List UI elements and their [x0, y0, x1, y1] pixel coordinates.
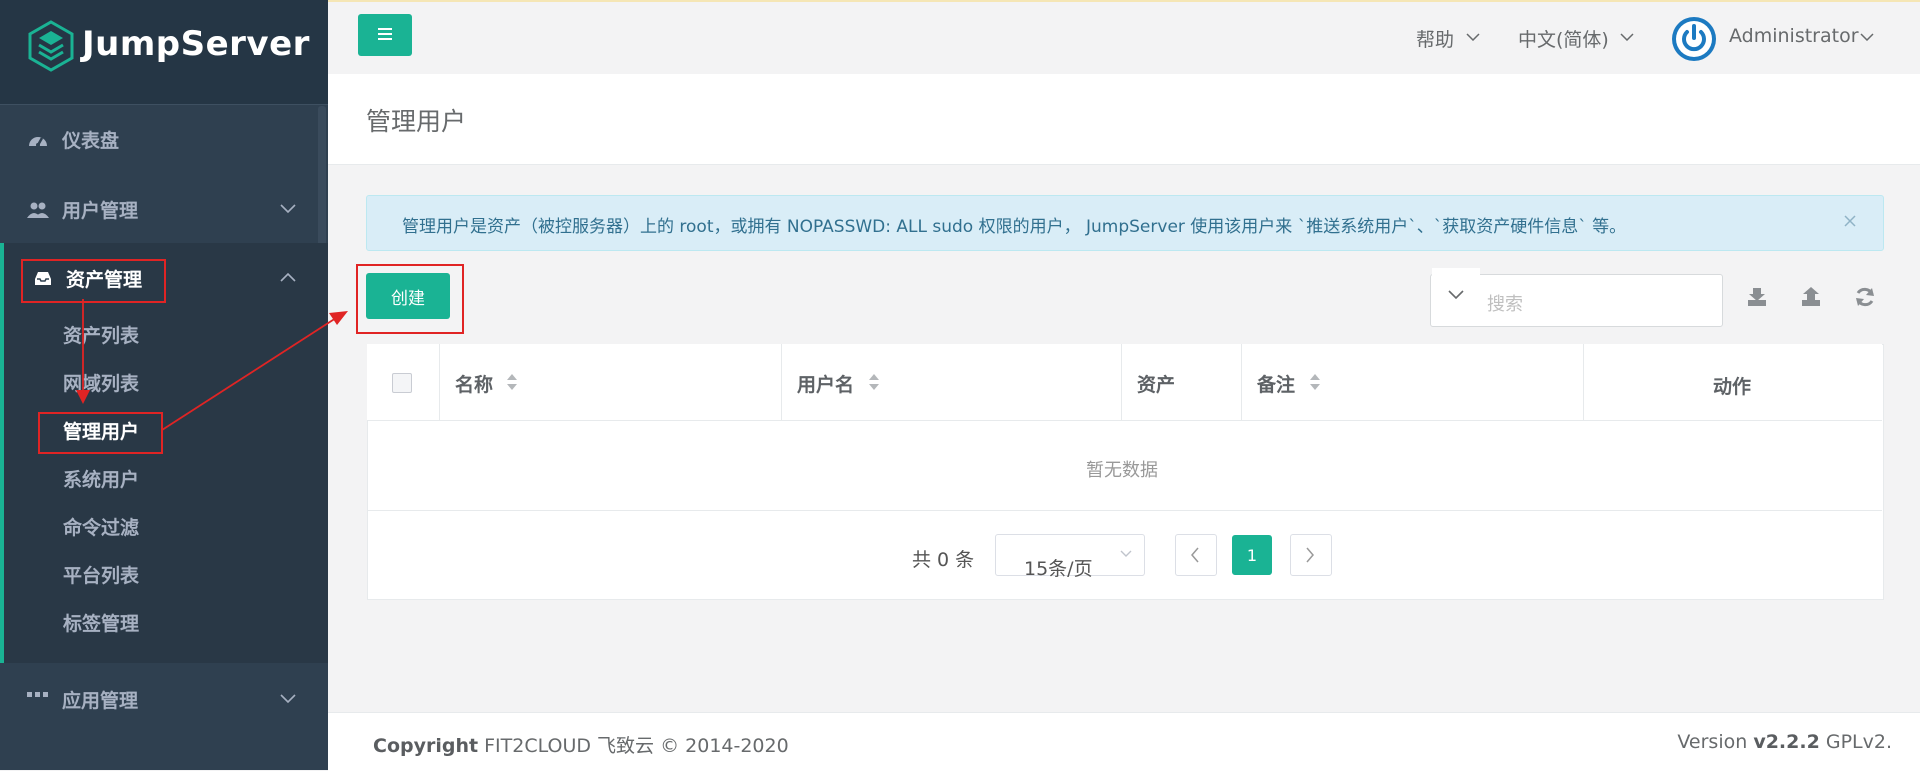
language-menu[interactable]: 中文(简体) — [1518, 25, 1609, 52]
footer-version: Version v2.2.2 GPLv2. — [1677, 731, 1892, 753]
sidebar: JumpServer 仪表盘 用户管理 资产管理 资产列表 网域列表 管理用户 … — [0, 0, 328, 770]
submenu-item-command-filter[interactable]: 命令过滤 — [63, 513, 139, 540]
sidebar-item-label: 应用管理 — [62, 690, 139, 712]
chevron-down-icon — [280, 694, 296, 704]
submenu-item-system-user[interactable]: 系统用户 — [63, 465, 139, 492]
users-icon — [27, 202, 49, 218]
sort-icon[interactable] — [506, 372, 518, 392]
apps-icon — [27, 692, 48, 697]
version-label: Version — [1677, 731, 1748, 753]
submenu-item-domain-list[interactable]: 网域列表 — [63, 369, 139, 396]
version-number: v2.2.2 — [1753, 731, 1820, 753]
next-page-button[interactable] — [1290, 534, 1332, 576]
column-divider — [1241, 344, 1242, 420]
logo-area: JumpServer — [0, 0, 328, 105]
info-alert-text: 管理用户是资产（被控服务器）上的 root，或拥有 NOPASSWD: ALL … — [402, 217, 1627, 237]
pagination-total: 共 0 条 — [912, 549, 975, 571]
user-avatar-icon[interactable] — [1671, 16, 1717, 62]
chevron-down-icon — [280, 204, 296, 214]
page-heading — [328, 74, 1920, 165]
create-button[interactable]: 创建 — [366, 273, 450, 319]
search-filter-dropdown[interactable] — [1432, 268, 1480, 318]
dashboard-icon — [29, 137, 47, 147]
column-header-actions: 动作 — [1713, 376, 1752, 398]
upload-icon[interactable] — [1800, 286, 1822, 308]
logo-text: JumpServer — [82, 24, 310, 64]
column-header-name[interactable]: 名称 — [455, 370, 493, 397]
chevron-right-icon — [1306, 547, 1314, 563]
jumpserver-logo-icon — [28, 20, 74, 72]
column-divider — [439, 344, 440, 420]
table-header-row — [367, 344, 1882, 421]
footer-copyright: Copyright FIT2CLOUD 飞致云 © 2014-2020 — [373, 731, 789, 758]
sort-icon[interactable] — [868, 372, 880, 392]
submenu-item-asset-list[interactable]: 资产列表 — [63, 321, 139, 348]
prev-page-button[interactable] — [1175, 534, 1217, 576]
submenu-item-label-management[interactable]: 标签管理 — [63, 609, 139, 636]
refresh-icon[interactable] — [1854, 286, 1876, 308]
column-divider — [781, 344, 782, 420]
inbox-icon — [35, 272, 51, 285]
sort-icon[interactable] — [1309, 372, 1321, 392]
page-size-value: 15条/页 — [1024, 558, 1093, 580]
chevron-down-icon — [1120, 550, 1132, 557]
submenu-item-platform-list[interactable]: 平台列表 — [63, 561, 139, 588]
page-title: 管理用户 — [366, 107, 467, 136]
sidebar-item-applications[interactable]: 应用管理 — [0, 676, 328, 716]
sidebar-item-dashboard[interactable]: 仪表盘 — [0, 108, 328, 172]
column-header-comment[interactable]: 备注 — [1257, 370, 1295, 397]
sidebar-item-label: 用户管理 — [62, 200, 139, 222]
chevron-down-icon — [1620, 33, 1634, 41]
chevron-left-icon — [1191, 547, 1199, 563]
select-all-checkbox[interactable] — [392, 373, 412, 393]
sidebar-toggle-button[interactable] — [358, 14, 412, 56]
chevron-down-icon — [1466, 33, 1480, 41]
close-icon[interactable] — [1843, 214, 1857, 228]
copyright-text: FIT2CLOUD 飞致云 © 2014-2020 — [484, 735, 789, 757]
page-number-current[interactable]: 1 — [1232, 535, 1272, 575]
chevron-down-icon — [1448, 290, 1464, 299]
chevron-down-icon — [1860, 33, 1874, 41]
chevron-up-icon — [280, 272, 296, 282]
license-text: GPLv2. — [1825, 731, 1892, 753]
user-menu[interactable]: Administrator — [1729, 25, 1859, 47]
column-header-username[interactable]: 用户名 — [797, 370, 854, 397]
download-icon[interactable] — [1746, 286, 1768, 308]
submenu-item-admin-user[interactable]: 管理用户 — [63, 417, 139, 444]
hamburger-icon — [378, 28, 392, 40]
table-empty-text: 暂无数据 — [1086, 460, 1158, 481]
column-divider — [1583, 344, 1584, 420]
help-menu[interactable]: 帮助 — [1416, 25, 1454, 52]
column-divider — [1121, 344, 1122, 420]
table-divider — [367, 510, 1882, 511]
sidebar-item-label: 仪表盘 — [62, 130, 120, 152]
sidebar-item-label: 资产管理 — [66, 269, 143, 291]
sidebar-item-users[interactable]: 用户管理 — [0, 178, 328, 242]
copyright-label: Copyright — [373, 735, 479, 757]
column-header-assets: 资产 — [1137, 374, 1176, 396]
search-input[interactable]: 搜索 — [1487, 290, 1523, 316]
